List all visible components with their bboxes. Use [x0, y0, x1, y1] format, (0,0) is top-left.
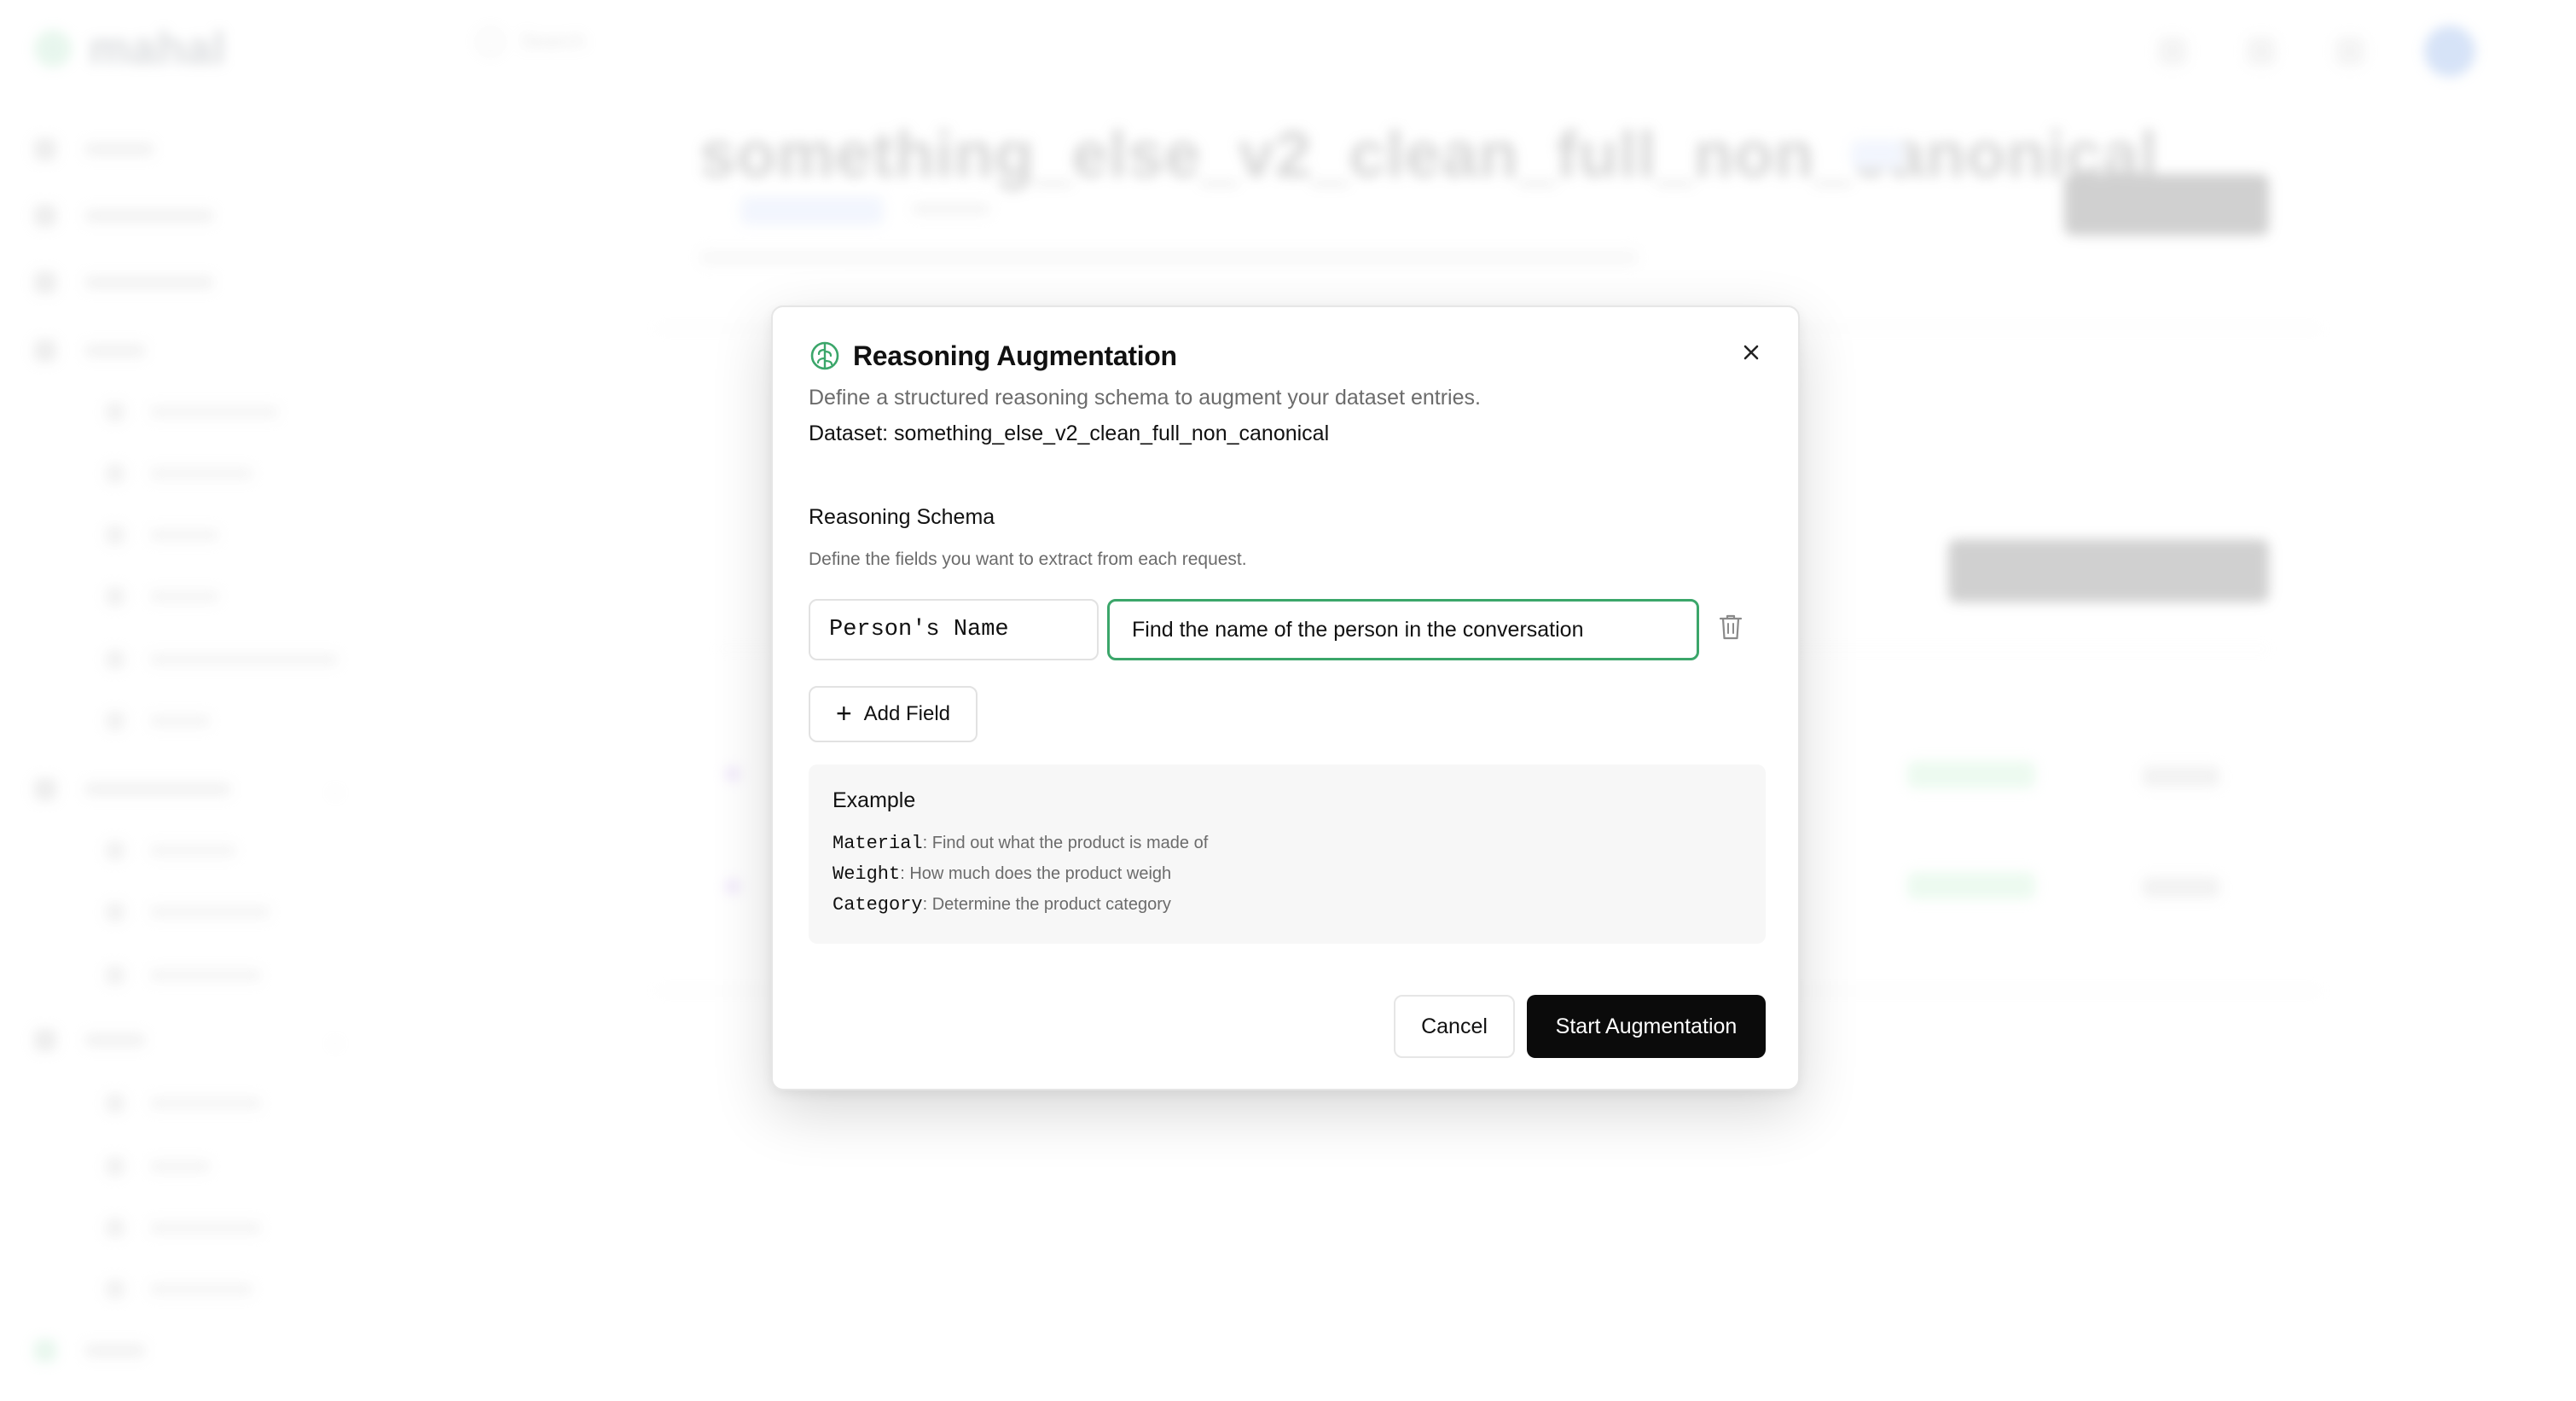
trash-icon[interactable] — [1718, 613, 1743, 642]
example-key: Material — [833, 833, 923, 854]
dialog-description: Define a structured reasoning schema to … — [809, 386, 1481, 410]
dataset-label: Dataset: something_else_v2_clean_full_no… — [809, 421, 1330, 445]
field-name-input[interactable] — [809, 599, 1099, 660]
example-key: Category — [833, 894, 923, 916]
example-text: : Find out what the product is made of — [922, 834, 1209, 852]
brain-icon — [810, 341, 839, 370]
example-key: Weight — [833, 863, 901, 885]
example-box: Example Material: Find out what the prod… — [809, 764, 1766, 944]
schema-description: Define the fields you want to extract fr… — [809, 549, 1247, 569]
field-description-input[interactable] — [1107, 599, 1699, 660]
reasoning-augmentation-dialog: Reasoning Augmentation Define a structur… — [771, 305, 1800, 1090]
add-field-button[interactable]: + Add Field — [809, 686, 978, 742]
example-text: : How much does the product weigh — [900, 864, 1172, 883]
close-icon[interactable] — [1737, 338, 1766, 367]
cancel-button[interactable]: Cancel — [1394, 995, 1515, 1058]
example-item: Weight: How much does the product weigh — [833, 863, 1171, 885]
example-item: Material: Find out what the product is m… — [833, 833, 1208, 854]
start-augmentation-button[interactable]: Start Augmentation — [1527, 995, 1766, 1058]
plus-icon: + — [835, 697, 852, 729]
example-item: Category: Determine the product category — [833, 894, 1171, 916]
dialog-title: Reasoning Augmentation — [853, 340, 1177, 371]
example-text: : Determine the product category — [922, 895, 1171, 914]
example-title: Example — [833, 788, 916, 812]
dialog-header: Reasoning Augmentation — [809, 340, 1177, 372]
add-field-label: Add Field — [863, 702, 951, 725]
schema-heading: Reasoning Schema — [809, 505, 995, 529]
